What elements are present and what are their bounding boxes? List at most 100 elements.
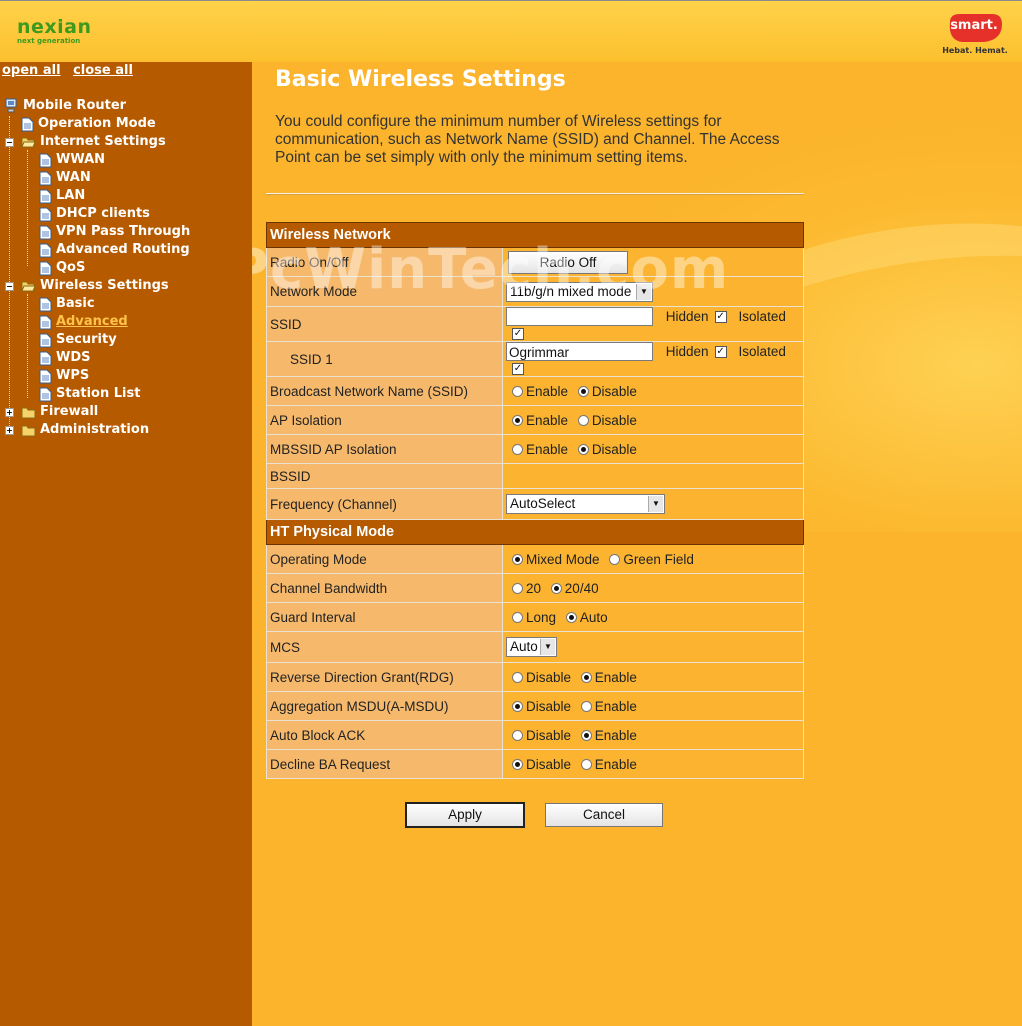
row-mcs: MCS Auto ▼ xyxy=(266,631,804,663)
sidebar-item-wan[interactable]: WAN xyxy=(39,169,91,187)
radio-off-button[interactable]: Radio Off xyxy=(508,250,628,274)
main-content: Basic Wireless Settings You could config… xyxy=(252,62,1022,1026)
sidebar-item-basic[interactable]: Basic xyxy=(39,295,95,313)
broadcast-enable-radio[interactable] xyxy=(512,385,523,397)
expand-icon[interactable]: + xyxy=(5,426,14,435)
partner-slogan: Hebat. Hemat. xyxy=(942,46,1008,55)
decline-enable-radio[interactable] xyxy=(580,758,592,770)
aback-disable-radio[interactable] xyxy=(512,729,523,741)
rdg-disable-radio[interactable] xyxy=(512,671,523,683)
collapse-icon[interactable]: − xyxy=(5,282,14,291)
frequency-select[interactable]: AutoSelect ▼ xyxy=(506,494,665,514)
folder-open-icon xyxy=(21,137,36,147)
rdg-enable-radio[interactable] xyxy=(580,671,592,683)
ssid-label: SSID xyxy=(266,306,503,342)
expand-icon[interactable]: + xyxy=(5,408,14,417)
sidebar-item-lan[interactable]: LAN xyxy=(39,187,85,205)
bssid-redacted xyxy=(512,473,627,481)
mbssid-disable-radio[interactable] xyxy=(577,443,589,455)
page-icon xyxy=(39,189,52,203)
apply-button[interactable]: Apply xyxy=(405,802,525,828)
sidebar-item-security[interactable]: Security xyxy=(39,331,117,349)
sidebar-item-dhcp-clients[interactable]: DHCP clients xyxy=(39,205,150,223)
sidebar-item-qos[interactable]: QoS xyxy=(39,259,85,277)
ap-isolation-disable-radio[interactable] xyxy=(577,414,589,426)
operating-mode-label: Operating Mode xyxy=(266,544,503,574)
page-description: You could configure the minimum number o… xyxy=(275,113,780,166)
mixed-mode-radio[interactable] xyxy=(512,553,523,565)
row-operating-mode: Operating Mode Mixed Mode Green Field xyxy=(266,544,804,574)
sidebar-item-wds[interactable]: WDS xyxy=(39,349,91,367)
mbssid-label: MBSSID AP Isolation xyxy=(266,434,503,464)
sidebar-item-internet-settings[interactable]: Internet Settings xyxy=(21,133,166,151)
radio-cell: Radio Off xyxy=(502,247,804,277)
frequency-label: Frequency (Channel) xyxy=(266,488,503,520)
row-auto-block-ack: Auto Block ACK Disable Enable xyxy=(266,720,804,750)
sidebar-item-wwan[interactable]: WWAN xyxy=(39,151,105,169)
sidebar-item-advanced-routing[interactable]: Advanced Routing xyxy=(39,241,190,259)
sidebar-item-station-list[interactable]: Station List xyxy=(39,385,140,403)
row-ssid: SSID Hidden ✓ Isolated ✓ xyxy=(266,306,804,342)
page-title: Basic Wireless Settings xyxy=(275,67,566,92)
amsdu-enable-radio[interactable] xyxy=(580,700,592,712)
sidebar-item-operation-mode[interactable]: Operation Mode xyxy=(21,115,156,133)
sidebar-item-mobile-router[interactable]: Mobile Router xyxy=(4,97,126,115)
bandwidth-2040-radio[interactable] xyxy=(550,582,562,594)
open-all-link[interactable]: open all xyxy=(2,63,61,78)
row-ssid1: SSID 1 Ogrimmar Hidden ✓ Isolated ✓ xyxy=(266,341,804,377)
network-mode-select[interactable]: 11b/g/n mixed mode ▼ xyxy=(506,281,653,302)
page-icon xyxy=(39,243,52,257)
ssid1-input[interactable]: Ogrimmar xyxy=(506,342,653,361)
guard-auto-radio[interactable] xyxy=(565,611,577,623)
mbssid-enable-radio[interactable] xyxy=(512,443,523,455)
row-rdg: Reverse Direction Grant(RDG) Disable Ena… xyxy=(266,662,804,692)
ssid-input[interactable] xyxy=(506,307,653,326)
section-header-wireless-network: Wireless Network xyxy=(266,222,804,248)
row-bssid: BSSID xyxy=(266,463,804,489)
radio-label: Radio On/Off xyxy=(266,247,503,277)
chevron-down-icon: ▼ xyxy=(540,639,555,655)
tree-line xyxy=(27,150,28,266)
chevron-down-icon: ▼ xyxy=(636,283,651,300)
channel-bandwidth-label: Channel Bandwidth xyxy=(266,573,503,603)
page-icon xyxy=(39,333,52,347)
divider xyxy=(266,193,804,195)
guard-long-radio[interactable] xyxy=(512,611,523,623)
row-guard-interval: Guard Interval Long Auto xyxy=(266,602,804,632)
sidebar-item-vpn-pass-through[interactable]: VPN Pass Through xyxy=(39,223,190,241)
row-network-mode: Network Mode 11b/g/n mixed mode ▼ xyxy=(266,276,804,307)
aback-enable-radio[interactable] xyxy=(580,729,592,741)
bandwidth-20-radio[interactable] xyxy=(512,582,523,594)
page-icon xyxy=(39,369,52,383)
ssid-isolated-checkbox[interactable]: ✓ xyxy=(512,328,524,341)
collapse-icon[interactable]: − xyxy=(5,138,14,147)
page-icon xyxy=(39,387,52,401)
decline-disable-radio[interactable] xyxy=(512,758,523,770)
header-bar: nexian next generation smart. Hebat. Hem… xyxy=(0,0,1022,62)
ssid1-isolated-checkbox[interactable]: ✓ xyxy=(512,363,524,376)
ssid1-hidden-checkbox[interactable]: ✓ xyxy=(714,345,727,358)
row-mbssid: MBSSID AP Isolation Enable Disable xyxy=(266,434,804,464)
auto-block-ack-label: Auto Block ACK xyxy=(266,720,503,750)
sidebar-item-advanced[interactable]: Advanced xyxy=(39,313,128,331)
sidebar-item-wireless-settings[interactable]: Wireless Settings xyxy=(21,277,169,295)
green-field-radio[interactable] xyxy=(609,553,621,565)
sidebar-item-administration[interactable]: Administration xyxy=(21,421,149,439)
row-broadcast: Broadcast Network Name (SSID) Enable Dis… xyxy=(266,376,804,406)
sidebar-item-firewall[interactable]: Firewall xyxy=(21,403,98,421)
page-icon xyxy=(21,117,34,131)
chevron-down-icon: ▼ xyxy=(648,496,663,512)
ap-isolation-enable-radio[interactable] xyxy=(512,414,523,426)
amsdu-disable-radio[interactable] xyxy=(512,700,523,712)
sidebar-item-wps[interactable]: WPS xyxy=(39,367,89,385)
cancel-button[interactable]: Cancel xyxy=(545,803,663,827)
brand-logo: nexian next generation xyxy=(17,18,92,46)
row-amsdu: Aggregation MSDU(A-MSDU) Disable Enable xyxy=(266,691,804,721)
ssid-hidden-checkbox[interactable]: ✓ xyxy=(714,310,727,323)
row-ap-isolation: AP Isolation Enable Disable xyxy=(266,405,804,435)
broadcast-disable-radio[interactable] xyxy=(577,385,589,397)
folder-icon xyxy=(21,407,36,418)
mcs-select[interactable]: Auto ▼ xyxy=(506,637,557,657)
partner-logo: smart. Hebat. Hemat. xyxy=(940,10,1010,58)
close-all-link[interactable]: close all xyxy=(73,63,133,78)
